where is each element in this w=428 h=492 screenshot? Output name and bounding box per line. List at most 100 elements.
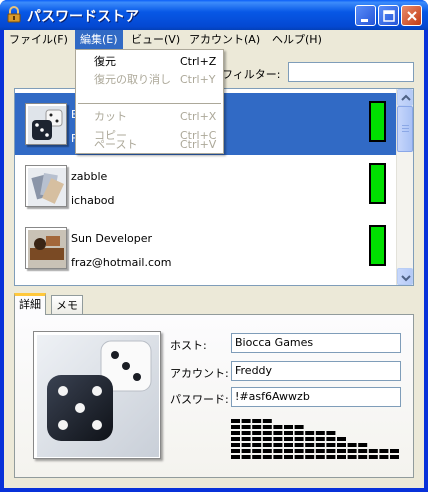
chevron-down-icon [401,275,411,282]
menu-item-shortcut: Ctrl+X [180,110,217,123]
meter-segment [326,431,336,435]
meter-segment [337,437,346,441]
strength-indicator [369,225,386,266]
meter-segment [231,443,240,447]
meter-segment [231,455,240,459]
grip-line [402,125,409,126]
menu-edit[interactable]: 編集(E) [75,30,123,49]
minimize-icon [361,19,368,22]
password-strength-meter [231,419,399,459]
account-thumbnail [25,227,67,269]
meter-segment [273,425,283,429]
menu-item-shortcut: Ctrl+Y [180,73,216,86]
menu-item-label: 復元 [94,55,116,68]
scroll-up-button[interactable] [397,89,413,106]
tab-details[interactable]: 詳細 [14,293,46,315]
meter-segment [273,449,283,453]
meter-segment [241,425,251,429]
meter-segment [241,455,251,459]
meter-segment [379,455,389,459]
meter-segment [294,425,304,429]
meter-segment [326,437,336,441]
meter-segment [262,419,272,423]
meter-segment [231,425,240,429]
meter-segment [252,431,262,435]
meter-segment [315,437,325,441]
meter-segment [337,455,346,459]
scroll-down-button[interactable] [397,268,413,285]
meter-segment [262,431,272,435]
meter-segment [294,443,304,447]
meter-segment [315,443,325,447]
meter-segment [347,449,357,453]
password-field[interactable]: !#asf6Awwzb [231,387,401,407]
meter-segment [262,437,272,441]
meter-segment [326,449,336,453]
meter-segment [231,431,240,435]
menu-item-shortcut: Ctrl+V [180,138,217,151]
account-row[interactable]: zabble ichabod [15,155,398,217]
cards-icon [28,168,66,206]
filter-label: フィルター: [222,68,281,81]
meter-segment [252,437,262,441]
close-icon [407,11,417,21]
account-thumbnail [25,103,67,145]
meter-segment [315,455,325,459]
meter-segment [252,449,262,453]
menu-item-cut[interactable]: カット Ctrl+X [76,108,223,126]
meter-segment [241,419,251,423]
meter-segment [262,455,272,459]
meter-segment [347,455,357,459]
menu-separator [78,103,221,104]
close-button[interactable] [401,5,422,26]
account-row[interactable] [15,279,398,285]
meter-segment [262,449,272,453]
menu-account[interactable]: アカウント(A) [184,30,265,49]
minimize-button[interactable] [355,5,376,26]
host-field[interactable]: Biocca Games [231,333,401,353]
password-label: パスワード: [170,393,229,406]
menu-item-paste[interactable]: ペースト Ctrl+V [76,139,223,154]
meter-segment [294,449,304,453]
dice-photo [37,335,159,457]
meter-segment [358,443,368,447]
account-field[interactable]: Freddy [231,361,401,381]
meter-segment [305,455,315,459]
meter-segment [368,449,378,453]
details-panel: ホスト: Biocca Games アカウント: Freddy パスワード: !… [14,314,414,478]
menu-bar: ファイル(F) 編集(E) ビュー(V) アカウント(A) ヘルプ(H) [4,30,424,49]
menu-file[interactable]: ファイル(F) [4,30,73,49]
menu-item-undo[interactable]: 復元 Ctrl+Z [76,53,223,71]
menu-help[interactable]: ヘルプ(H) [267,30,327,49]
meter-segment [379,449,389,453]
title-bar[interactable]: パスワードストア [0,0,428,30]
grip-line [402,128,409,129]
meter-segment [241,443,251,447]
menu-item-shortcut: Ctrl+Z [180,55,217,68]
meter-segment [294,437,304,441]
maximize-button[interactable] [378,5,399,26]
meter-segment [241,437,251,441]
menu-item-label: 復元の取り消し [94,73,171,86]
account-label: アカウント: [170,367,229,380]
filter-input[interactable] [288,62,414,82]
menu-item-redo[interactable]: 復元の取り消し Ctrl+Y [76,71,223,89]
meter-segment [284,425,293,429]
meter-segment [390,449,399,453]
window-title: パスワードストア [27,9,139,25]
meter-segment [390,455,399,459]
meter-segment [252,455,262,459]
meter-segment [326,455,336,459]
meter-segment [252,419,262,423]
chevron-up-icon [401,94,411,101]
meter-segment [284,455,293,459]
meter-segment [326,443,336,447]
scroll-thumb[interactable] [397,106,413,152]
meter-segment [252,443,262,447]
menu-view[interactable]: ビュー(V) [126,30,185,49]
app-window: パスワードストア ファイル(F) 編集(E) ビュー(V) アカウント(A) ヘ… [0,0,428,492]
tab-memo[interactable]: メモ [51,295,83,315]
account-row[interactable]: Sun Developer fraz@hotmail.com [15,217,398,279]
meter-segment [305,449,315,453]
vertical-scrollbar[interactable] [396,89,413,285]
